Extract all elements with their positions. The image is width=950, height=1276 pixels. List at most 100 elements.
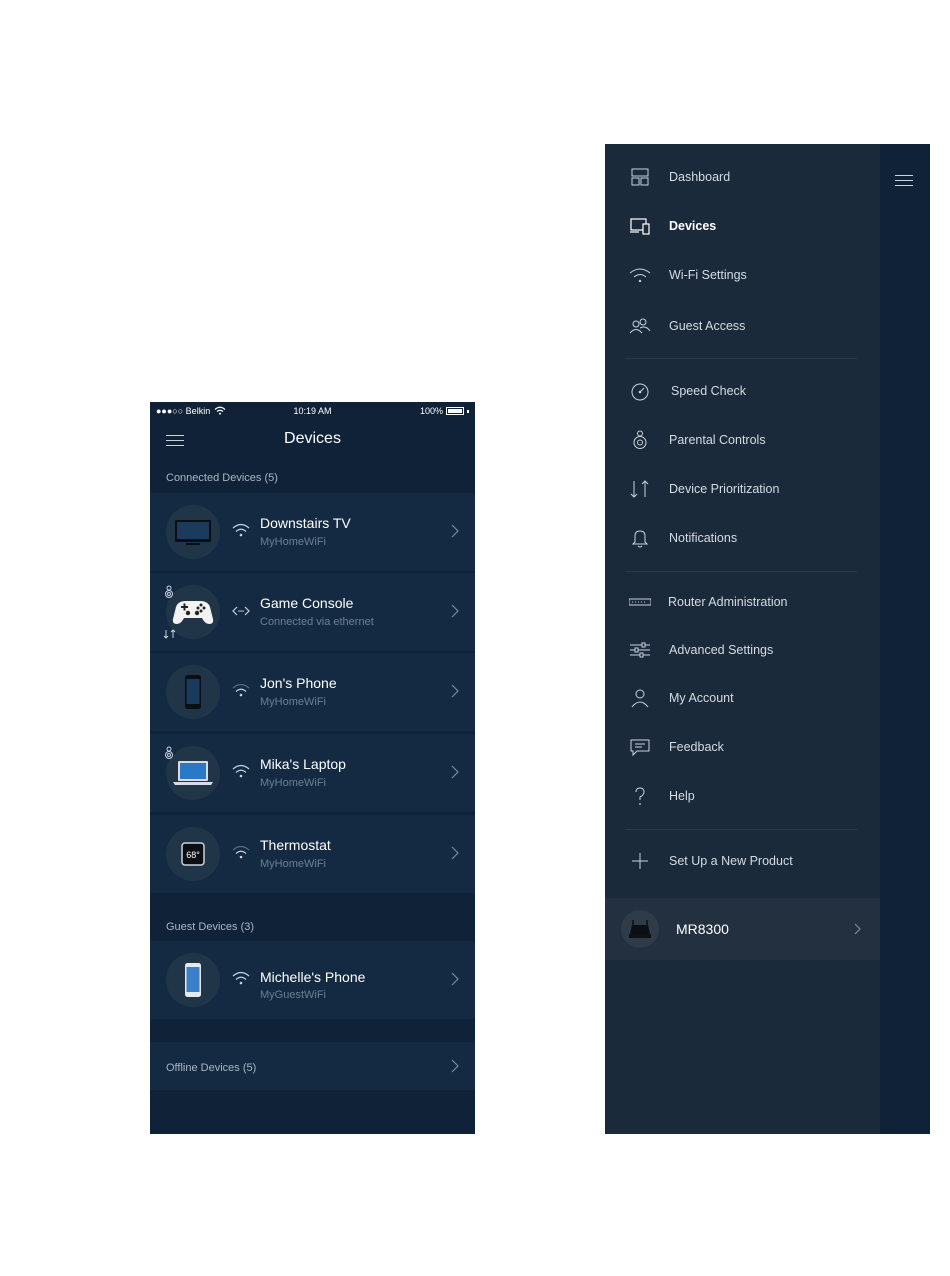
device-avatar (166, 746, 220, 800)
menu-item-guest-access[interactable]: Guest Access (605, 306, 880, 346)
plus-icon (632, 853, 648, 869)
page-title: Devices (284, 430, 341, 447)
laptop-icon (173, 761, 213, 785)
menu-item-label: Feedback (669, 740, 724, 754)
menu-item-help[interactable]: Help (605, 776, 880, 816)
device-row-jons-phone[interactable]: Jon's Phone MyHomeWiFi (150, 653, 475, 731)
menu-item-label: Advanced Settings (669, 643, 774, 657)
menu-item-notifications[interactable]: Notifications (605, 518, 880, 558)
device-row-mikas-laptop[interactable]: Mika's Laptop MyHomeWiFi (150, 734, 475, 812)
battery-icon (446, 407, 464, 415)
device-network: Connected via ethernet (260, 616, 374, 628)
device-network: MyHomeWiFi (260, 696, 326, 708)
wifi-icon (232, 845, 250, 859)
parental-lock-icon (165, 585, 173, 598)
device-row-michelles-phone[interactable]: Michelle's Phone MyGuestWiFi (150, 941, 475, 1019)
sliders-icon (630, 642, 650, 658)
menu-item-my-account[interactable]: My Account (605, 678, 880, 718)
chevron-right-icon (451, 972, 459, 986)
menu-item-label: Notifications (669, 531, 738, 545)
device-name: Thermostat (260, 837, 331, 853)
chevron-right-icon (451, 684, 459, 698)
bell-icon (631, 530, 649, 548)
wifi-icon (232, 683, 250, 697)
chevron-right-icon (451, 524, 459, 538)
device-row-game-console[interactable]: Game Console Connected via ethernet (150, 573, 475, 651)
wifi-icon (232, 971, 250, 985)
device-network: MyGuestWiFi (260, 989, 326, 1001)
wifi-icon (232, 523, 250, 537)
menu-divider (625, 829, 857, 830)
chevron-right-icon (451, 1059, 459, 1073)
device-row-downstairs-tv[interactable]: Downstairs TV MyHomeWiFi (150, 493, 475, 571)
device-name: Michelle's Phone (260, 969, 366, 985)
menu-item-label: Device Prioritization (669, 482, 780, 496)
menu-item-feedback[interactable]: Feedback (605, 727, 880, 767)
menu-item-speed-check[interactable]: Speed Check (605, 371, 880, 411)
menu-item-label: Parental Controls (669, 433, 766, 447)
router-device-icon (629, 920, 651, 938)
menu-divider (625, 358, 857, 359)
menu-divider (625, 571, 857, 572)
parental-lock-icon (165, 746, 173, 759)
menu-item-label: Wi-Fi Settings (669, 268, 747, 282)
menu-item-set-up-new-product[interactable]: Set Up a New Product (605, 841, 880, 881)
menu-item-devices[interactable]: Devices (605, 206, 880, 246)
menu-item-parental-controls[interactable]: Parental Controls (605, 420, 880, 460)
router-name: MR8300 (676, 921, 729, 937)
menu-item-label: Router Administration (668, 595, 788, 609)
feedback-icon (630, 739, 650, 757)
devices-screen: ●●●○○ Belkin 10:19 AM 100% Devices Conne… (150, 402, 475, 1134)
menu-item-advanced-settings[interactable]: Advanced Settings (605, 630, 880, 670)
prioritization-icon (630, 480, 649, 498)
menu-item-device-prioritization[interactable]: Device Prioritization (605, 469, 880, 509)
status-bar: ●●●○○ Belkin 10:19 AM 100% (150, 402, 475, 420)
hamburger-menu-icon[interactable] (895, 173, 913, 187)
chevron-right-icon (451, 765, 459, 779)
device-network: MyHomeWiFi (260, 777, 326, 789)
navigation-drawer: Dashboard Devices Wi-Fi Settings Guest A… (605, 144, 880, 1134)
devices-icon (630, 218, 650, 235)
device-name: Mika's Laptop (260, 756, 346, 772)
speed-check-icon (631, 383, 649, 401)
device-row-thermostat[interactable]: 68° Thermostat MyHomeWiFi (150, 815, 475, 893)
menu-item-label: Devices (669, 219, 717, 233)
guest-access-icon (629, 318, 651, 334)
menu-item-label: Speed Check (671, 384, 747, 398)
phone-icon (185, 963, 201, 997)
guest-devices-header: Guest Devices (3) (166, 921, 255, 933)
menu-item-label: Help (669, 789, 695, 803)
user-icon (631, 689, 649, 708)
menu-item-wifi-settings[interactable]: Wi-Fi Settings (605, 255, 880, 295)
device-avatar (166, 665, 220, 719)
menu-item-label: My Account (669, 691, 734, 705)
battery-tip (467, 409, 469, 413)
thermostat-reading: 68° (186, 850, 200, 860)
chevron-right-icon (451, 846, 459, 860)
thermostat-icon: 68° (181, 842, 205, 866)
chevron-right-icon (451, 604, 459, 618)
menu-item-label: Set Up a New Product (669, 854, 793, 868)
router-row[interactable]: MR8300 (605, 898, 880, 960)
wifi-icon (629, 268, 651, 283)
router-avatar (621, 910, 659, 948)
device-network: MyHomeWiFi (260, 536, 326, 548)
parental-controls-icon (633, 430, 647, 449)
help-icon (635, 787, 645, 805)
battery-status: 100% (420, 406, 469, 416)
device-network: MyHomeWiFi (260, 858, 326, 870)
menu-item-router-administration[interactable]: Router Administration (605, 582, 880, 622)
phone-icon (185, 675, 201, 709)
device-name: Downstairs TV (260, 515, 351, 531)
offline-devices-header: Offline Devices (5) (166, 1062, 257, 1074)
offline-devices-row[interactable]: Offline Devices (5) (150, 1042, 475, 1090)
wifi-icon (232, 764, 250, 778)
chevron-right-icon (854, 923, 861, 935)
menu-item-label: Dashboard (669, 170, 731, 184)
device-avatar (166, 953, 220, 1007)
prioritization-badge-icon (163, 629, 176, 639)
menu-item-dashboard[interactable]: Dashboard (605, 157, 880, 197)
connected-devices-header: Connected Devices (5) (166, 472, 278, 484)
battery-label: 100% (419, 406, 443, 416)
device-name: Jon's Phone (260, 675, 337, 691)
